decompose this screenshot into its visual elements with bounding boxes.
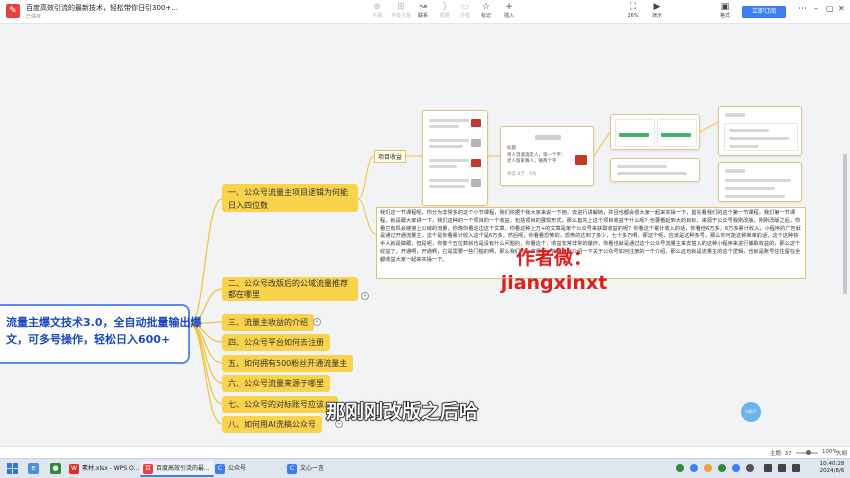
wechat-tray-icon[interactable] bbox=[676, 464, 684, 472]
wechat-icon[interactable]: ● bbox=[50, 463, 61, 474]
minimize-icon[interactable]: – bbox=[814, 4, 818, 13]
system-clock[interactable]: 10:40:28 2024/8/6 bbox=[816, 461, 848, 475]
topic-2[interactable]: 二、公众号改版后的公域流量推荐都在哪里 bbox=[222, 277, 358, 301]
maximize-icon[interactable]: ▢ bbox=[826, 4, 834, 13]
analytics-screenshot[interactable] bbox=[610, 114, 700, 150]
taskbar-app-mindmap[interactable]: 百 百度高效引流的最... bbox=[140, 461, 214, 477]
app-tray-icon[interactable] bbox=[704, 464, 712, 472]
top-toolbar: ✎ 百度高效引流的最新技术，轻松带你日引300+... 已保存 ⊕ 子题 ⊞ 平… bbox=[0, 0, 850, 24]
article-detail-screenshot[interactable]: 标题 男人湿漉漉走人，第一个字：老人留家赛人，难两个字 阅读 8万 · 4条 bbox=[500, 126, 594, 186]
app-tray-icon[interactable] bbox=[718, 464, 726, 472]
topic-1[interactable]: 一、公众号流量主项目逻辑为何能日入四位数 bbox=[222, 184, 358, 212]
topic-5[interactable]: 五、如何拥有500粉丝开通流量主 bbox=[222, 355, 354, 372]
zoom-fit-button[interactable]: ⛶ 26% bbox=[620, 2, 646, 22]
ai-assistant-button[interactable]: AI助手 bbox=[741, 402, 761, 422]
revenue-dashboard-screenshot-2[interactable] bbox=[718, 162, 802, 202]
topic-8[interactable]: 八、如何用AI洗稿公众号 bbox=[222, 416, 322, 433]
play-icon: ▶ bbox=[653, 2, 661, 12]
root-topic-line-1: 流量主爆文技术3.0，全自动批量输出爆 bbox=[6, 316, 202, 329]
subtopic-project-revenue[interactable]: 项目收益 bbox=[374, 150, 407, 163]
video-subtitle: 那刚刚改版之后哈 bbox=[325, 400, 479, 423]
more-icon[interactable]: ⋯ bbox=[798, 4, 807, 14]
app-tray-icon[interactable] bbox=[746, 464, 754, 472]
expand-icon[interactable]: + bbox=[313, 318, 321, 326]
topic-3[interactable]: 三、流量主收益的介绍 bbox=[222, 314, 314, 331]
zoom-slider[interactable] bbox=[796, 450, 818, 455]
analytics-screenshot-2[interactable] bbox=[610, 158, 700, 182]
thumbnail-image bbox=[471, 159, 481, 167]
topic-6[interactable]: 六、公众号流量来源于哪里 bbox=[222, 375, 330, 392]
edge-icon[interactable]: e bbox=[28, 463, 39, 474]
style-button[interactable]: ▣ 格式 bbox=[712, 2, 738, 22]
network-icon[interactable] bbox=[764, 464, 772, 472]
style-icon: ▣ bbox=[720, 2, 730, 12]
article-list-screenshot[interactable] bbox=[422, 110, 488, 206]
author-watermark: 作者微： jiangxinxt bbox=[500, 247, 608, 294]
revenue-dashboard-screenshot[interactable] bbox=[718, 106, 802, 156]
status-bar: 主题: 37 100% 大纲 bbox=[0, 446, 850, 458]
taskbar-app-wps[interactable]: W 素材.xlsx - WPS O... bbox=[66, 461, 143, 477]
fullscreen-icon: ⛶ bbox=[629, 2, 637, 12]
app-tray-icon[interactable] bbox=[732, 464, 740, 472]
subscribe-button[interactable]: 立即订阅 bbox=[742, 6, 786, 18]
present-button[interactable]: ▶ 演示 bbox=[644, 2, 670, 22]
save-status: 已保存 bbox=[26, 14, 42, 20]
document-icon: ✎ bbox=[6, 4, 20, 18]
expand-icon[interactable]: + bbox=[361, 292, 369, 300]
windows-taskbar: e ● W 素材.xlsx - WPS O... 百 百度高效引流的最... C… bbox=[0, 458, 850, 478]
volume-icon[interactable] bbox=[778, 464, 786, 472]
battery-icon[interactable] bbox=[792, 464, 800, 472]
windows-start-icon[interactable] bbox=[7, 463, 18, 474]
topic-4[interactable]: 四、公众号平台如何去注册 bbox=[222, 334, 330, 351]
root-topic-line-2: 文，可多号操作，轻松日入600+ bbox=[6, 333, 171, 346]
insert-child-button[interactable]: ⊕ 子题 bbox=[364, 2, 390, 22]
mindmap-canvas[interactable]: 流量主爆文技术3.0，全自动批量输出爆 文，可多号操作，轻松日入600+ 一、公… bbox=[0, 24, 850, 446]
insert-button[interactable]: + 插入 bbox=[496, 2, 522, 22]
thumbnail-image bbox=[575, 155, 587, 165]
outline-toggle[interactable]: 大纲 bbox=[836, 449, 847, 457]
vertical-scrollbar[interactable] bbox=[842, 34, 848, 434]
insert-child-icon: ⊕ bbox=[373, 2, 381, 12]
root-topic[interactable]: 流量主爆文技术3.0，全自动批量输出爆 文，可多号操作，轻松日入600+ bbox=[0, 304, 202, 364]
topic-7[interactable]: 七、公众号的对标账号应该... bbox=[222, 396, 338, 413]
close-icon[interactable]: ✕ bbox=[838, 4, 845, 13]
document-title[interactable]: 百度高效引流的最新技术，轻松带你日引300+... bbox=[26, 3, 178, 13]
thumbnail-image bbox=[471, 139, 481, 147]
topic-count: 主题: 37 bbox=[770, 451, 792, 457]
app-tray-icon[interactable] bbox=[690, 464, 698, 472]
thumbnail-image bbox=[471, 119, 481, 127]
taskbar-app-wenxin[interactable]: C 文心一言 bbox=[284, 461, 328, 477]
plus-icon: + bbox=[505, 2, 513, 12]
taskbar-app-gongzhonghao[interactable]: C 公众号 bbox=[212, 461, 250, 477]
thumbnail-image bbox=[471, 179, 481, 187]
